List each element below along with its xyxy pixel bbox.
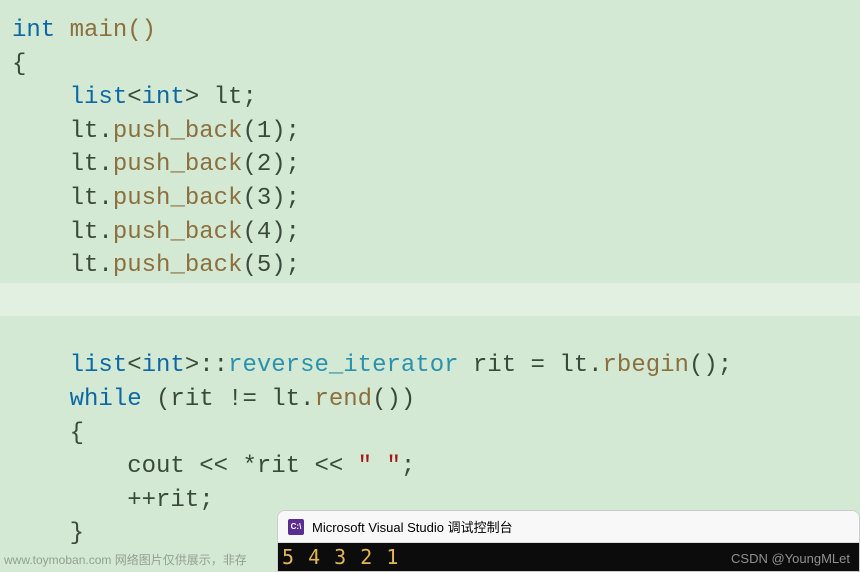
console-title: Microsoft Visual Studio 调试控制台: [312, 517, 513, 536]
code-line[interactable]: lt.push_back(2);: [0, 148, 860, 182]
keyword-int: int: [12, 17, 55, 44]
type-int: int: [142, 84, 185, 111]
watermark-left: www.toymoban.com 网络图片仅供展示，非存: [4, 551, 247, 568]
method-push-back: push_back: [113, 219, 243, 246]
code-line[interactable]: lt.push_back(5);: [0, 249, 860, 283]
code-line[interactable]: int main(): [0, 14, 860, 48]
method-push-back: push_back: [113, 185, 243, 212]
code-line[interactable]: cout << *rit << " ";: [0, 450, 860, 484]
code-line-highlighted[interactable]: [0, 283, 860, 316]
type-list: list: [70, 352, 128, 379]
keyword-while: while: [70, 386, 142, 413]
code-line-blank[interactable]: [0, 316, 860, 350]
type-int: int: [142, 352, 185, 379]
brace-close: }: [12, 520, 84, 547]
string-literal: " ": [358, 453, 401, 480]
watermark-right: CSDN @YoungMLet: [731, 551, 850, 566]
code-line[interactable]: lt.push_back(4);: [0, 216, 860, 250]
type-reverse-iterator: reverse_iterator: [228, 352, 458, 379]
type-list: list: [70, 84, 128, 111]
vs-console-icon: C:\: [288, 519, 304, 535]
brace-open: {: [12, 51, 26, 78]
method-push-back: push_back: [113, 252, 243, 279]
brace-open: {: [12, 420, 84, 447]
code-line[interactable]: {: [0, 48, 860, 82]
method-push-back: push_back: [113, 151, 243, 178]
code-line[interactable]: list<int> lt;: [0, 81, 860, 115]
console-titlebar[interactable]: C:\ Microsoft Visual Studio 调试控制台: [278, 511, 859, 543]
code-editor[interactable]: int main() { list<int> lt; lt.push_back(…: [0, 0, 860, 572]
code-line[interactable]: lt.push_back(1);: [0, 115, 860, 149]
method-rbegin: rbegin: [603, 352, 689, 379]
console-output-text: 5 4 3 2 1: [282, 545, 399, 569]
method-rend: rend: [314, 386, 372, 413]
code-line[interactable]: {: [0, 417, 860, 451]
code-line[interactable]: list<int>::reverse_iterator rit = lt.rbe…: [0, 349, 860, 383]
code-line[interactable]: lt.push_back(3);: [0, 182, 860, 216]
code-line[interactable]: while (rit != lt.rend()): [0, 383, 860, 417]
func-main: main(): [55, 17, 156, 44]
method-push-back: push_back: [113, 118, 243, 145]
